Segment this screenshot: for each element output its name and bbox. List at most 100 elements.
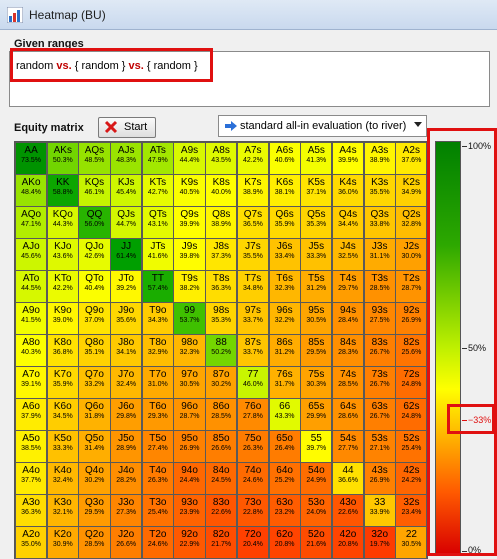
matrix-cell[interactable]: QJo 42.6% [78,238,111,271]
matrix-cell[interactable]: JTo 39.2% [110,270,143,303]
matrix-cell[interactable]: 62s 24.8% [395,398,428,431]
matrix-cell[interactable]: Q6s 35.9% [268,206,301,239]
matrix-cell[interactable]: 75s 30.3% [300,366,333,399]
matrix-cell[interactable]: K6s 38.1% [268,174,301,207]
matrix-cell[interactable]: 64o 25.2% [268,462,301,495]
matrix-cell[interactable]: Q4o 30.2% [78,462,111,495]
evaluation-select[interactable]: standard all-in evaluation (to river) [218,115,427,137]
matrix-cell[interactable]: T2s 28.7% [395,270,428,303]
matrix-cell[interactable]: JTs 41.6% [141,238,174,271]
matrix-cell[interactable]: J5s 33.3% [300,238,333,271]
matrix-cell[interactable]: 74o 24.6% [236,462,270,495]
matrix-cell[interactable]: J3o 27.3% [110,494,143,527]
matrix-cell[interactable]: 97o 30.5% [173,366,206,399]
matrix-cell[interactable]: K8o 36.8% [46,334,79,367]
matrix-cell[interactable]: Q2s 32.8% [395,206,428,239]
matrix-cell[interactable]: A3s 38.9% [363,142,396,175]
matrix-cell[interactable]: T5o 27.4% [141,430,174,463]
matrix-cell[interactable]: J5o 28.9% [110,430,143,463]
matrix-cell[interactable]: 73o 22.8% [236,494,270,527]
matrix-cell[interactable]: A7s 42.2% [236,142,270,175]
matrix-cell[interactable]: 87s 33.7% [236,334,270,367]
matrix-cell[interactable]: 54o 24.9% [300,462,333,495]
matrix-cell[interactable]: T9o 34.3% [141,302,174,335]
matrix-cell[interactable]: 44 36.6% [331,462,365,495]
matrix-cell[interactable]: 93o 23.9% [173,494,206,527]
matrix-cell[interactable]: K5o 33.3% [46,430,79,463]
matrix-cell[interactable]: A4s 39.9% [331,142,365,175]
matrix-cell[interactable]: 42o 20.8% [331,526,365,559]
matrix-cell[interactable]: A4o 37.7% [15,462,48,495]
matrix-cell[interactable]: T2o 24.6% [141,526,174,559]
matrix-cell[interactable]: 84o 24.5% [205,462,238,495]
matrix-cell[interactable]: J2o 26.6% [110,526,143,559]
matrix-cell[interactable]: 87o 30.2% [205,366,238,399]
matrix-cell[interactable]: J9s 39.8% [173,238,206,271]
matrix-cell[interactable]: KTo 42.2% [46,270,79,303]
matrix-cell[interactable]: T4s 29.7% [331,270,365,303]
matrix-cell[interactable]: 55 39.7% [300,430,333,463]
matrix-cell[interactable]: 94s 28.4% [331,302,365,335]
matrix-cell[interactable]: J8s 37.3% [205,238,238,271]
matrix-cell[interactable]: AKs 50.3% [46,142,79,175]
matrix-cell[interactable]: K2o 30.9% [46,526,79,559]
matrix-cell[interactable]: Q3s 33.8% [363,206,396,239]
matrix-cell[interactable]: KK 58.8% [46,174,79,207]
matrix-cell[interactable]: 93s 27.5% [363,302,396,335]
matrix-cell[interactable]: K9s 40.5% [173,174,206,207]
matrix-cell[interactable]: 52s 25.4% [395,430,428,463]
matrix-cell[interactable]: 99 53.7% [173,302,206,335]
matrix-cell[interactable]: 95o 26.9% [173,430,206,463]
matrix-cell[interactable]: ATs 47.9% [141,142,174,175]
matrix-cell[interactable]: T4o 26.3% [141,462,174,495]
matrix-cell[interactable]: A3o 36.3% [15,494,48,527]
matrix-cell[interactable]: Q7o 33.2% [78,366,111,399]
matrix-cell[interactable]: K3s 35.5% [363,174,396,207]
matrix-cell[interactable]: A2o 35.0% [15,526,48,559]
matrix-cell[interactable]: T8o 32.9% [141,334,174,367]
matrix-cell[interactable]: A6s 40.6% [268,142,301,175]
matrix-cell[interactable]: 63s 26.7% [363,398,396,431]
matrix-cell[interactable]: 64s 28.6% [331,398,365,431]
matrix-cell[interactable]: J4o 28.2% [110,462,143,495]
matrix-cell[interactable]: AQs 48.5% [78,142,111,175]
matrix-cell[interactable]: 73s 26.7% [363,366,396,399]
matrix-cell[interactable]: T8s 36.3% [205,270,238,303]
matrix-cell[interactable]: A2s 37.6% [395,142,428,175]
matrix-cell[interactable]: 96s 32.2% [268,302,301,335]
matrix-cell[interactable]: 76s 31.7% [268,366,301,399]
matrix-cell[interactable]: T6s 32.3% [268,270,301,303]
matrix-cell[interactable]: A7o 39.1% [15,366,48,399]
matrix-cell[interactable]: 66 43.3% [268,398,301,431]
matrix-cell[interactable]: K5s 37.1% [300,174,333,207]
matrix-cell[interactable]: T3o 25.4% [141,494,174,527]
matrix-cell[interactable]: T5s 31.2% [300,270,333,303]
matrix-cell[interactable]: 76o 27.8% [236,398,270,431]
matrix-cell[interactable]: A9s 44.4% [173,142,206,175]
matrix-cell[interactable]: 82o 21.7% [205,526,238,559]
matrix-cell[interactable]: QTs 43.1% [141,206,174,239]
matrix-cell[interactable]: 53s 27.1% [363,430,396,463]
matrix-cell[interactable]: 52o 21.6% [300,526,333,559]
matrix-cell[interactable]: J7o 32.4% [110,366,143,399]
matrix-cell[interactable]: 43o 22.6% [331,494,365,527]
matrix-cell[interactable]: 98s 35.3% [205,302,238,335]
matrix-cell[interactable]: Q7s 36.5% [236,206,270,239]
matrix-cell[interactable]: 54s 27.7% [331,430,365,463]
matrix-cell[interactable]: 85o 26.6% [205,430,238,463]
matrix-cell[interactable]: T6o 29.3% [141,398,174,431]
matrix-cell[interactable]: K4o 32.4% [46,462,79,495]
matrix-cell[interactable]: Q5o 31.4% [78,430,111,463]
matrix-cell[interactable]: A9o 41.5% [15,302,48,335]
matrix-cell[interactable]: K4s 36.0% [331,174,365,207]
matrix-cell[interactable]: Q2o 28.5% [78,526,111,559]
matrix-cell[interactable]: 86s 31.2% [268,334,301,367]
matrix-cell[interactable]: J6o 29.8% [110,398,143,431]
matrix-cell[interactable]: 94o 24.4% [173,462,206,495]
matrix-cell[interactable]: 53o 24.0% [300,494,333,527]
matrix-cell[interactable]: 72s 24.8% [395,366,428,399]
matrix-cell[interactable]: J4s 32.5% [331,238,365,271]
matrix-cell[interactable]: Q5s 35.3% [300,206,333,239]
matrix-cell[interactable]: 32o 19.7% [363,526,396,559]
matrix-cell[interactable]: 92s 26.9% [395,302,428,335]
